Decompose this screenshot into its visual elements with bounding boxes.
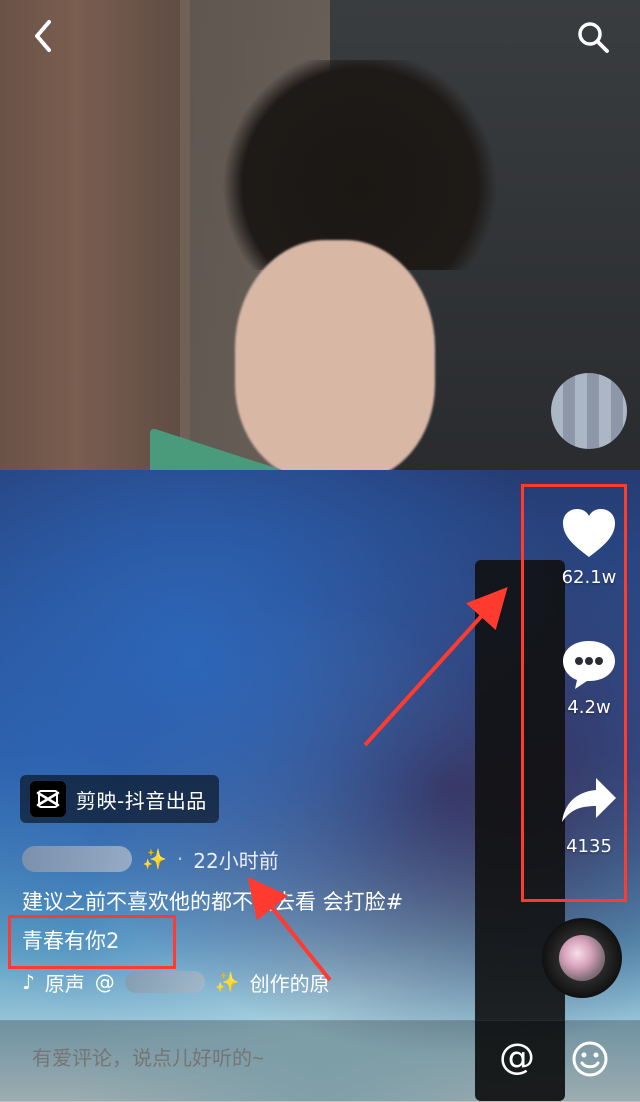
music-row[interactable]: ♪ 原声 @ ✨ 创作的原 — [22, 967, 330, 997]
comment-bubble-icon — [563, 641, 615, 689]
author-name-redacted[interactable] — [22, 846, 132, 872]
emoji-button[interactable] — [567, 1036, 613, 1082]
music-prefix: 原声 — [44, 971, 85, 996]
back-button[interactable] — [22, 16, 62, 56]
sparkle-icon: ✨ — [142, 847, 167, 871]
capcut-logo-icon — [30, 781, 66, 817]
share-button[interactable]: 4135 — [551, 770, 627, 857]
subject-face-blur — [235, 240, 435, 480]
post-time: 22小时前 — [193, 848, 279, 873]
capcut-badge-label: 剪映-抖音出品 — [76, 788, 207, 813]
author-row: ✨ · 22小时前 — [22, 842, 279, 876]
music-at: @ — [94, 970, 115, 994]
hashtag-link[interactable]: 青春有你2 — [22, 925, 119, 955]
time-separator: · — [176, 847, 184, 871]
back-chevron-icon — [35, 20, 51, 52]
post-description: 建议之前不喜欢他的都不要去看 会打脸# — [22, 890, 404, 914]
capcut-badge[interactable]: 剪映-抖音出品 — [20, 775, 219, 823]
comment-input[interactable] — [30, 1040, 454, 1078]
heart-icon — [563, 509, 615, 557]
music-text: 创作的原 — [249, 971, 330, 996]
share-arrow-icon — [562, 778, 616, 822]
comment-count: 4.2w — [567, 697, 611, 718]
music-disc-cover — [559, 935, 605, 981]
like-button[interactable]: 62.1w — [551, 505, 627, 588]
tiktok-note-icon: ♪ — [22, 970, 35, 994]
creator-avatar[interactable] — [551, 373, 627, 449]
music-disc[interactable] — [542, 918, 622, 998]
mention-at-icon: @ — [499, 1036, 535, 1078]
comment-button[interactable]: 4.2w — [551, 635, 627, 718]
like-count: 62.1w — [561, 567, 617, 588]
share-count: 4135 — [566, 836, 612, 857]
sparkle-icon: ✨ — [214, 970, 240, 994]
subject-hair — [210, 60, 510, 270]
search-icon — [578, 22, 609, 53]
search-button[interactable] — [570, 14, 616, 60]
emoji-face-icon — [572, 1041, 608, 1077]
mention-button[interactable]: @ — [495, 1035, 539, 1079]
music-creator-redacted — [124, 971, 205, 993]
